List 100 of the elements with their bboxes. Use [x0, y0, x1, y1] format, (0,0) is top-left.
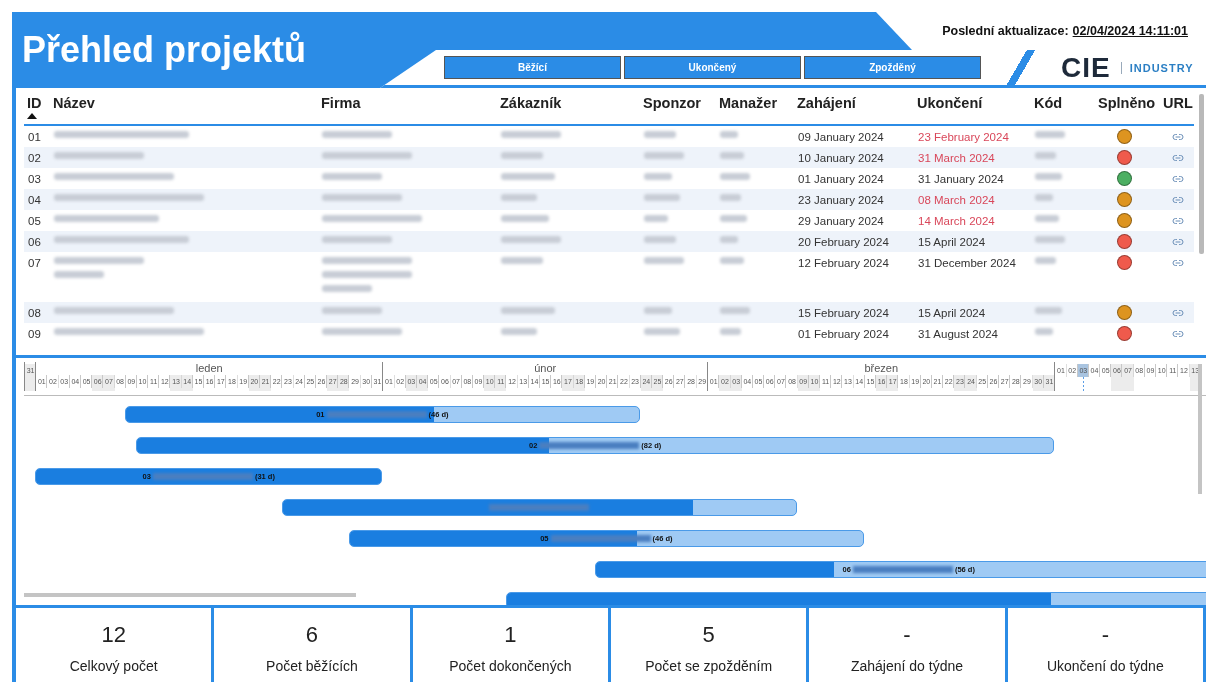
redacted-text [1035, 215, 1059, 222]
redacted-text [1035, 173, 1062, 180]
link-icon[interactable] [1172, 257, 1184, 269]
end-date: 15 April 2024 [918, 236, 987, 248]
end-date: 23 February 2024 [918, 131, 1010, 143]
redacted-text [1035, 307, 1062, 314]
start-date: 29 January 2024 [798, 215, 885, 227]
kpi-label: Ukončení do týdne [1046, 658, 1164, 674]
table-row[interactable]: 08 15 February 2024 15 April 2024 [24, 302, 1194, 323]
column-header[interactable]: Kód [1034, 95, 1095, 111]
redacted-text [720, 215, 747, 222]
logo-text: INDUSTRY [1120, 61, 1194, 74]
end-date: 14 March 2024 [918, 215, 996, 227]
redacted-text [501, 173, 555, 180]
table-row[interactable]: 04 23 January 2024 08 March 2024 [24, 189, 1194, 210]
link-icon[interactable] [1172, 173, 1184, 185]
row-id: 04 [28, 194, 42, 206]
start-date: 09 January 2024 [798, 131, 885, 143]
redacted-text [644, 131, 676, 138]
column-header[interactable]: Manažer [719, 95, 794, 111]
redacted-text [644, 194, 680, 201]
redacted-text [322, 131, 392, 138]
start-date: 01 February 2024 [798, 328, 890, 340]
column-header[interactable]: Firma [321, 95, 497, 111]
start-date: 20 February 2024 [798, 236, 890, 248]
column-header[interactable]: URL [1163, 95, 1196, 111]
redacted-text [501, 131, 561, 138]
redacted-text [644, 173, 672, 180]
column-header[interactable]: Název [53, 95, 318, 111]
redacted-text [644, 328, 680, 335]
redacted-text [720, 194, 741, 201]
table-row[interactable]: 06 20 February 2024 15 April 2024 [24, 231, 1194, 252]
end-date: 31 March 2024 [918, 152, 996, 164]
redacted-text [322, 236, 392, 243]
month-label: únor [533, 362, 558, 375]
row-id: 08 [28, 307, 42, 319]
column-header[interactable]: ID [27, 95, 50, 111]
start-date: 10 January 2024 [798, 152, 885, 164]
redacted-text [1035, 131, 1065, 138]
end-date: 15 April 2024 [918, 307, 987, 319]
kpi-label: Počet se zpožděním [645, 658, 773, 674]
month-label: leden [194, 362, 224, 375]
start-date: 23 January 2024 [798, 194, 885, 206]
start-date: 01 January 2024 [798, 173, 885, 185]
link-icon[interactable] [1172, 236, 1184, 248]
kpi-value: - [903, 622, 911, 648]
link-icon[interactable] [1172, 194, 1184, 206]
redacted-text [322, 285, 372, 292]
link-icon[interactable] [1172, 307, 1184, 319]
last-update-label: Poslední aktualizace: [942, 24, 1069, 38]
scrollbar[interactable] [24, 593, 356, 597]
column-header[interactable]: Splněno [1098, 95, 1160, 111]
column-header[interactable]: Zahájení [797, 95, 914, 111]
redacted-text [501, 236, 561, 243]
redacted-text [501, 257, 543, 264]
column-header[interactable]: Zákazník [500, 95, 640, 111]
redacted-text [1035, 194, 1053, 201]
filter-button[interactable]: Běžící [444, 56, 621, 79]
column-header[interactable]: Ukončení [917, 95, 1031, 111]
last-update-value: 02/04/2024 14:11:01 [1072, 24, 1188, 38]
redacted-text [1035, 152, 1056, 159]
gantt-bar[interactable] [281, 499, 797, 516]
link-icon[interactable] [1172, 328, 1184, 340]
sort-icon [27, 113, 37, 119]
column-header[interactable]: Sponzor [643, 95, 716, 111]
redacted-text [501, 194, 537, 201]
redacted-text [501, 307, 555, 314]
redacted-text [644, 215, 668, 222]
redacted-text [501, 328, 537, 335]
scrollbar[interactable] [1199, 94, 1204, 254]
link-icon[interactable] [1172, 215, 1184, 227]
page-title: Přehled projektů [22, 29, 307, 71]
start-date: 15 February 2024 [798, 307, 890, 319]
redacted-text [322, 307, 382, 314]
redacted-text [720, 131, 738, 138]
table-row[interactable]: 02 10 January 2024 31 March 2024 [24, 147, 1194, 168]
kpi-value: - [1101, 622, 1109, 648]
redacted-text [54, 271, 104, 278]
link-icon[interactable] [1172, 152, 1184, 164]
redacted-text [644, 307, 672, 314]
row-id: 07 [28, 257, 42, 269]
redacted-text [1035, 328, 1053, 335]
kpi-value: 6 [305, 622, 319, 648]
kpi-value: 1 [504, 622, 517, 648]
kpi-label: Zahájení do týdne [850, 658, 963, 674]
filter-button[interactable]: Zpožděný [804, 56, 981, 79]
redacted-text [720, 173, 750, 180]
redacted-text [720, 307, 750, 314]
scrollbar[interactable] [1198, 364, 1202, 494]
row-id: 02 [28, 152, 42, 164]
link-icon[interactable] [1172, 131, 1184, 143]
start-date: 12 February 2024 [798, 257, 890, 269]
redacted-text [501, 152, 543, 159]
redacted-text [322, 173, 382, 180]
row-id: 09 [28, 328, 42, 340]
row-id: 03 [28, 173, 42, 185]
filter-button[interactable]: Ukončený [624, 56, 801, 79]
kpi-label: Celkový počet [69, 658, 158, 674]
kpi-value: 5 [702, 622, 715, 648]
kpi-value: 12 [101, 622, 126, 648]
